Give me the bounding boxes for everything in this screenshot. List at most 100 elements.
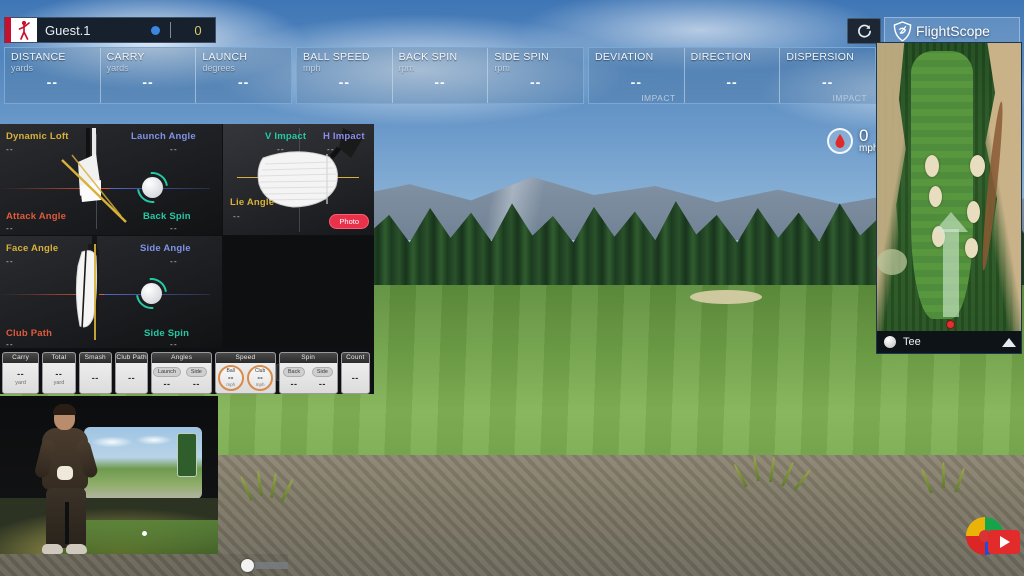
stat-value: -- [338, 74, 350, 90]
foreground-weed [239, 470, 310, 503]
video-golfer [33, 404, 99, 554]
golf-ball-icon [884, 336, 896, 348]
side-spin-sub: Side -- [308, 363, 336, 393]
stat-value: -- [726, 74, 738, 90]
map-footer[interactable]: Tee [877, 331, 1021, 353]
speed-metric[interactable]: Speed Ball -- mph Club -- mph [215, 352, 276, 394]
swing-video-overlay[interactable] [0, 396, 218, 554]
analysis-value-dynamic-loft: -- [6, 144, 14, 154]
metric-body: -- yard [43, 363, 74, 393]
map-direction-arrow [934, 212, 968, 317]
swing-face-on-view[interactable]: Dynamic Loft -- Launch Angle -- Attack A… [0, 124, 222, 235]
hole-overview-map[interactable]: Tee [876, 42, 1022, 354]
gauge-ring: Ball -- mph [217, 365, 244, 391]
sub-label: Side [185, 367, 207, 377]
sub-value: -- [318, 379, 326, 389]
stat-value: -- [46, 74, 58, 90]
metric-body: -- [116, 363, 147, 393]
play-video-icon[interactable] [988, 530, 1020, 554]
sub-label: Back [282, 367, 306, 377]
stat-value: -- [142, 74, 154, 90]
stat-unit: mph [303, 63, 321, 73]
analysis-value-h-impact: -- [327, 144, 335, 154]
sub-value: -- [163, 379, 171, 389]
golfer-glove [57, 466, 73, 480]
stat-title: BACK SPIN [398, 51, 458, 63]
analysis-value-attack-angle: -- [6, 223, 14, 233]
stat-title: DISTANCE [11, 51, 66, 63]
stat-title: BALL SPEED [303, 51, 370, 63]
metric-unit: yard [53, 380, 65, 386]
sub-value: -- [192, 379, 200, 389]
video-timeline-slider[interactable] [0, 554, 288, 576]
metric-sub-row: Launch -- Side -- [152, 363, 211, 393]
stat-value: -- [530, 74, 542, 90]
stat-title: CARRY [106, 51, 145, 63]
triangle-up-icon[interactable] [1002, 337, 1016, 347]
angles-metric[interactable]: Angles Launch -- Side -- [151, 352, 213, 394]
metric-sub-row: Back -- Side -- [280, 363, 337, 393]
foreground-weed [920, 462, 990, 494]
analysis-label-side-spin: Side Spin [144, 328, 190, 339]
carry-metric[interactable]: Carry -- yard [2, 352, 40, 394]
map-bunker [929, 186, 942, 207]
playback-panel [223, 236, 374, 348]
analysis-label-lie-angle: Lie Angle [230, 197, 275, 208]
stat-value: -- [238, 74, 250, 90]
metric-head: Angles [152, 353, 212, 363]
stat-cell-side-spin: SIDE SPIN rpm -- [487, 48, 583, 103]
count-metric[interactable]: Count -- [340, 352, 370, 394]
metric-body: -- [342, 363, 369, 393]
total-metric[interactable]: Total -- yard [42, 352, 76, 394]
stat-cell-launch: LAUNCH degrees -- [195, 48, 291, 103]
metric-body: -- [80, 363, 111, 393]
metric-head: Smash Fac. [79, 353, 111, 371]
analysis-value-side-angle: -- [170, 256, 178, 266]
stat-value: -- [822, 74, 834, 90]
metric-value: -- [17, 369, 25, 379]
fairway-bunker [690, 290, 762, 304]
refresh-button[interactable] [847, 18, 881, 44]
player-banner[interactable]: Guest.1 0 [4, 17, 216, 43]
brand-bar: FlightScope [884, 17, 1020, 45]
wind-widget: 0 mph [827, 127, 878, 154]
refresh-icon [857, 24, 871, 38]
golfer-hair [53, 404, 76, 415]
player-score: 0 [194, 22, 202, 38]
smash-factor-metric[interactable]: Smash Fac. -- [78, 352, 112, 394]
slider-thumb[interactable] [241, 559, 254, 572]
stat-title: DEVIATION [595, 51, 654, 63]
stat-cell-dispersion: DISPERSION -- IMPACT [779, 48, 875, 103]
gauge-unit: mph [226, 382, 236, 387]
back-spin-sub: Back -- [280, 363, 308, 393]
impact-location-view[interactable]: V Impact -- H Impact -- Lie Angle -- Pho… [223, 124, 374, 235]
analysis-label-v-impact: V Impact [265, 131, 307, 142]
spin-metric[interactable]: Spin Back -- Side -- [278, 352, 338, 394]
sub-label: Side [311, 367, 333, 377]
photo-button[interactable]: Photo [329, 214, 369, 229]
analysis-label-back-spin: Back Spin [143, 211, 191, 222]
analysis-label-side-angle: Side Angle [140, 243, 191, 254]
analysis-label-face-angle: Face Angle [6, 243, 59, 254]
stat-foot: IMPACT [832, 93, 868, 103]
golfer-shoe-left [42, 544, 63, 554]
club-path-metric[interactable]: Club Path -- [114, 352, 149, 394]
analysis-value-v-impact: -- [277, 144, 285, 154]
metric-head: Speed [216, 353, 275, 363]
metric-body: -- yard [3, 363, 38, 393]
stat-cell-deviation: DEVIATION -- IMPACT [589, 48, 684, 103]
analysis-value-lie-angle: -- [233, 211, 241, 221]
analysis-label-h-impact: H Impact [323, 131, 365, 142]
golf-ball-icon [142, 177, 163, 198]
wind-direction-icon [827, 128, 853, 154]
slider-track[interactable] [248, 562, 288, 569]
stat-value: -- [630, 74, 642, 90]
deviation-panel: DEVIATION -- IMPACT DIRECTION -- DISPERS… [588, 47, 876, 104]
banner-divider [170, 22, 171, 38]
swing-down-the-line-view[interactable]: Face Angle -- Side Angle -- Club Path --… [0, 236, 222, 349]
map-position-label: Tee [903, 336, 921, 348]
sub-value: -- [290, 379, 298, 389]
stat-cell-direction: DIRECTION -- [683, 48, 780, 103]
stat-cell-ball-speed: BALL SPEED mph -- [297, 48, 392, 103]
video-golf-ball [142, 531, 147, 536]
